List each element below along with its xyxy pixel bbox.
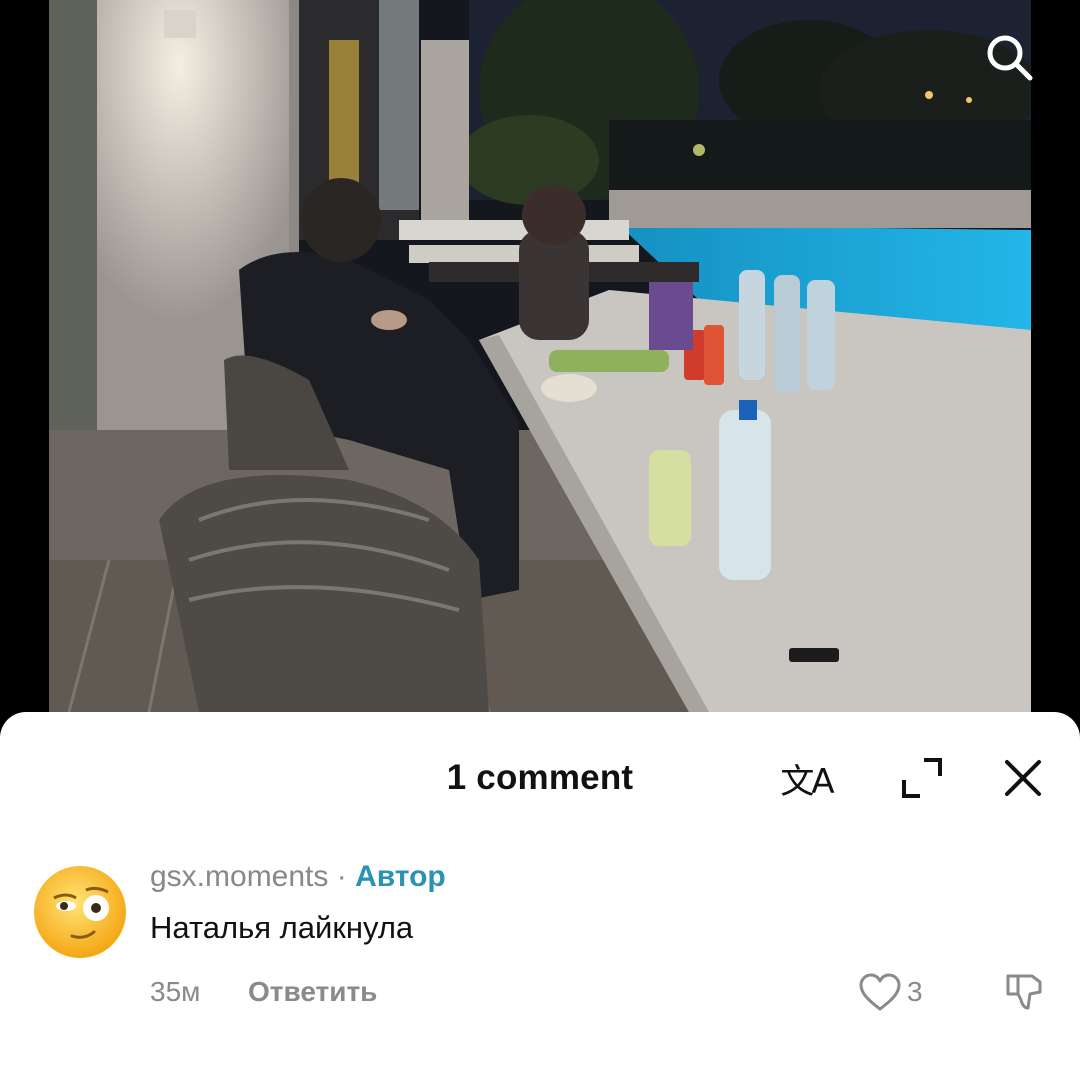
thumbs-down-icon	[1006, 974, 1042, 1010]
video-frame	[49, 0, 1031, 712]
search-button[interactable]	[978, 26, 1040, 88]
expand-icon	[902, 758, 942, 798]
heart-icon	[859, 973, 901, 1011]
emoji-avatar[interactable]	[32, 864, 128, 960]
meta-separator: ·	[336, 860, 347, 893]
video-scene-illustration	[49, 0, 1031, 712]
comment-item: gsx.moments · Автор Наталья лайкнула 35м…	[0, 852, 1080, 1052]
comment-username[interactable]: gsx.moments	[150, 860, 328, 893]
translate-icon: 文A	[780, 761, 834, 802]
dislike-button[interactable]	[996, 964, 1052, 1020]
author-badge: Автор	[355, 860, 446, 893]
comment-time: 35м	[150, 976, 201, 1007]
comment-text: Наталья лайкнула	[150, 910, 414, 945]
comment-meta: gsx.moments · Автор	[150, 860, 446, 894]
like-button[interactable]	[852, 964, 908, 1020]
expand-button[interactable]	[892, 748, 952, 808]
close-icon	[1005, 760, 1041, 796]
close-button[interactable]	[993, 748, 1053, 808]
reply-button[interactable]: Ответить	[248, 976, 377, 1008]
search-icon	[987, 35, 1033, 81]
like-count: 3	[907, 976, 923, 1007]
translate-button[interactable]: 文A	[776, 748, 836, 808]
comments-sheet: 1 comment 文A gsx.moments · Автор Наталья…	[0, 712, 1080, 1083]
video-player[interactable]	[0, 0, 1080, 740]
